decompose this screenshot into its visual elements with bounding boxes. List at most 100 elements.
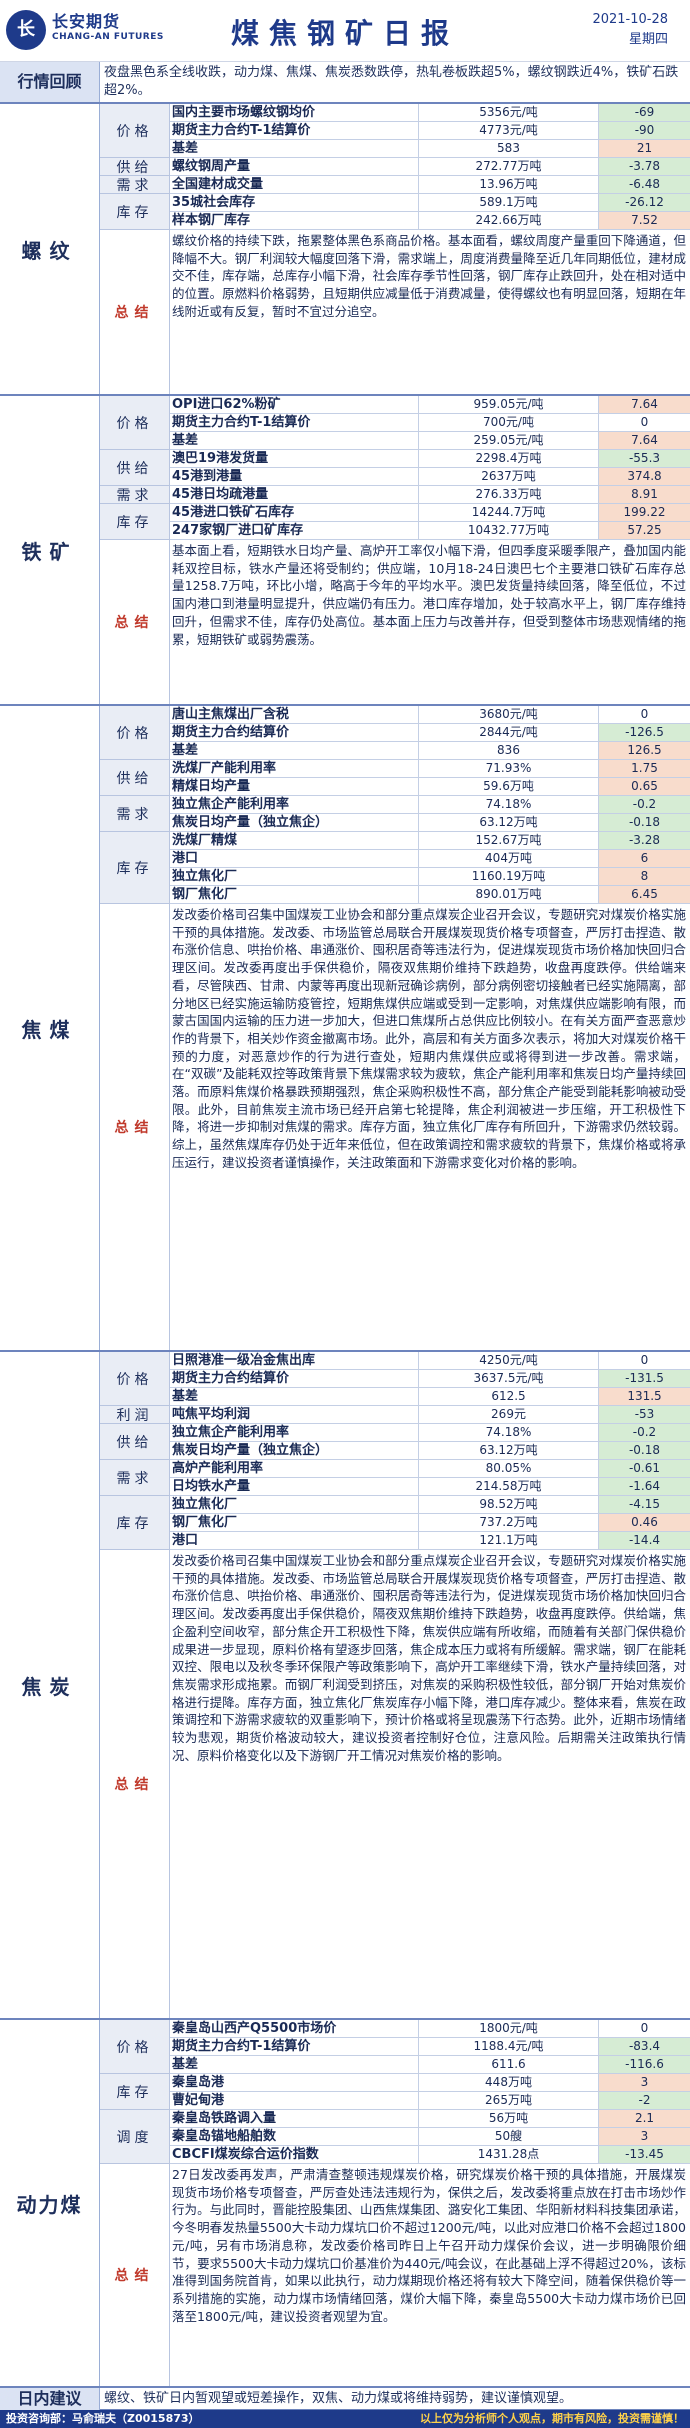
indicator-value: 611.6 [418,2056,598,2073]
category-inventory: 库存 [100,194,170,230]
indicator-value: 836 [418,742,598,759]
indicator-name: 全国建材成交量 [172,177,264,192]
indicator-name: 曹妃甸港 [172,2093,225,2108]
section-iron-ore: 铁矿 价格 供给 需求 库存 OPI进口62%粉矿 959.05元/吨 7.64 期… [0,396,690,706]
table-row: 独立焦化厂 98.52万吨 -4.15 [170,1496,690,1514]
indicator-name: 基差 [172,743,199,758]
category-price: 价格 [100,706,170,760]
section-coking-coal: 焦煤 价格 供给 需求 库存 唐山主焦煤出厂含税 3680元/吨 0 期货主力合约结… [0,706,690,1352]
indicator-name: 期货主力合约结算价 [172,1371,290,1386]
table-row: 期货主力合约T-1结算价 4773元/吨 -90 [170,122,690,140]
report-date: 2021-10-28 [592,12,668,27]
indicator-value: 2844元/吨 [418,724,598,741]
indicator-value: 583 [418,140,598,157]
table-row: 澳巴19港发货量 2298.4万吨 -55.3 [170,450,690,468]
market-review: 行情回顾 夜盘黑色系全线收跌，动力煤、焦煤、焦炭悉数跌停，热轧卷板跌超5%，螺纹… [0,62,690,104]
market-review-text: 夜盘黑色系全线收跌，动力煤、焦煤、焦炭悉数跌停，热轧卷板跌超5%，螺纹钢跌近4%… [104,65,679,98]
category-price: 价格 [100,396,170,450]
table-row: CBCFI煤炭综合运价指数 1431.28点 -13.45 [170,2146,690,2164]
indicator-value: 214.58万吨 [418,1478,598,1495]
indicator-change: 126.5 [598,742,690,759]
category-profit: 利润 [100,1406,170,1424]
indicator-name: 期货主力合约结算价 [172,725,290,740]
table-row: 独立焦企产能利用率 74.18% -0.2 [170,1424,690,1442]
table-row: 基差 612.5 131.5 [170,1388,690,1406]
category-supply: 供给 [100,158,170,176]
indicator-change: -126.5 [598,724,690,741]
indicator-name: 焦炭日均产量（独立焦企） [172,815,329,830]
indicator-change: -6.48 [598,176,690,193]
indicator-change: -3.28 [598,832,690,849]
category-supply: 供给 [100,760,170,796]
category-supply: 供给 [100,450,170,486]
indicator-change: -55.3 [598,450,690,467]
indicator-change: 8 [598,868,690,885]
indicator-name: OPI进口62%粉矿 [172,397,281,412]
indicator-name: 基差 [172,141,199,156]
indicator-value: 259.05元/吨 [418,432,598,449]
indicator-value: 152.67万吨 [418,832,598,849]
table-row: 螺纹钢周产量 272.77万吨 -3.78 [170,158,690,176]
section-coke: 焦炭 价格 利润 供给 需求 库存 日照港准一级冶金焦出库 4250元/吨 0 期货… [0,1352,690,2020]
indicator-change: -1.64 [598,1478,690,1495]
indicator-change: 57.25 [598,522,690,539]
indicator-change: -0.61 [598,1460,690,1477]
indicator-change: 0.65 [598,778,690,795]
table-row: 基差 836 126.5 [170,742,690,760]
indicator-change: -2 [598,2092,690,2109]
category-price: 价格 [100,104,170,158]
report-title: 煤焦钢矿日报 [230,17,459,50]
indicator-change: -3.78 [598,158,690,175]
indicator-change: 3 [598,2128,690,2145]
indicator-name: 螺纹钢周产量 [172,159,251,174]
report-footer: 投资咨询部：马俞瑞夫（Z0015873） 以上仅为分析师个人观点，期市有风险，投… [0,2410,690,2428]
indicator-change: 0 [598,414,690,431]
indicator-change: 374.8 [598,468,690,485]
summary-text: 发改委价格司召集中国煤炭工业协会和部分重点煤炭企业召开会议，专题研究对煤炭价格实… [172,907,686,1170]
summary-text: 螺纹价格的持续下跌，拖累整体黑色系商品价格。基本面看，螺纹周度产量重回下降通道，… [172,233,686,319]
indicator-value: 56万吨 [418,2110,598,2127]
indicator-value: 890.01万吨 [418,886,598,903]
indicator-value: 265万吨 [418,2092,598,2109]
indicator-change: 3 [598,2074,690,2091]
indicator-change: 21 [598,140,690,157]
indicator-value: 276.33万吨 [418,486,598,503]
indicator-change: -83.4 [598,2038,690,2055]
summary-text: 27日发改委再发声，严肃清查整顿违规煤炭价格，研究煤炭价格干预的具体措施，开展煤… [172,2167,686,2324]
indicator-change: -90 [598,122,690,139]
table-row: 基差 611.6 -116.6 [170,2056,690,2074]
category-demand: 需求 [100,176,170,194]
indicator-change: 0 [598,2020,690,2037]
indicator-name: 独立焦化厂 [172,1497,238,1512]
table-row: 吨焦平均利润 269元 -53 [170,1406,690,1424]
table-row: 钢厂焦化厂 890.01万吨 6.45 [170,886,690,904]
risk-disclaimer: 以上仅为分析师个人观点，期市有风险，投资需谨慎！ [420,2412,684,2425]
table-row: 秦皇岛山西产Q5500市场价 1800元/吨 0 [170,2020,690,2038]
category-supply: 供给 [100,1424,170,1460]
indicator-name: 45港进口铁矿石库存 [172,505,295,520]
table-row: 洗煤厂产能利用率 71.93% 1.75 [170,760,690,778]
summary-text: 基本面上看，短期铁水日均产量、高炉开工率仅小幅下滑，但四季度采暖季限产，叠加国内… [172,543,686,647]
indicator-value: 612.5 [418,1388,598,1405]
report-header: 长 长安期货 CHANG-AN FUTURES 煤焦钢矿日报 2021-10-2… [0,0,690,62]
analyst-credit: 投资咨询部：马俞瑞夫（Z0015873） [6,2412,200,2425]
daily-suggestion-label: 日内建议 [0,2388,100,2410]
indicator-name: 日照港准一级冶金焦出库 [172,1353,316,1368]
indicator-name: 吨焦平均利润 [172,1407,251,1422]
indicator-name: 秦皇岛山西产Q5500市场价 [172,2021,337,2036]
table-row: 焦炭日均产量（独立焦企） 63.12万吨 -0.18 [170,1442,690,1460]
market-review-label: 行情回顾 [0,62,100,102]
indicator-value: 700元/吨 [418,414,598,431]
indicator-change: -0.18 [598,814,690,831]
indicator-name: 247家钢厂进口矿库存 [172,523,304,538]
indicator-value: 2298.4万吨 [418,450,598,467]
indicator-value: 98.52万吨 [418,1496,598,1513]
table-row: 曹妃甸港 265万吨 -2 [170,2092,690,2110]
indicator-name: 钢厂焦化厂 [172,887,238,902]
indicator-name: CBCFI煤炭综合运价指数 [172,2147,319,2162]
indicator-name: 独立焦企产能利用率 [172,797,290,812]
indicator-value: 404万吨 [418,850,598,867]
indicator-name: 独立焦化厂 [172,869,238,884]
indicator-value: 121.1万吨 [418,1532,598,1549]
indicator-name: 钢厂焦化厂 [172,1515,238,1530]
